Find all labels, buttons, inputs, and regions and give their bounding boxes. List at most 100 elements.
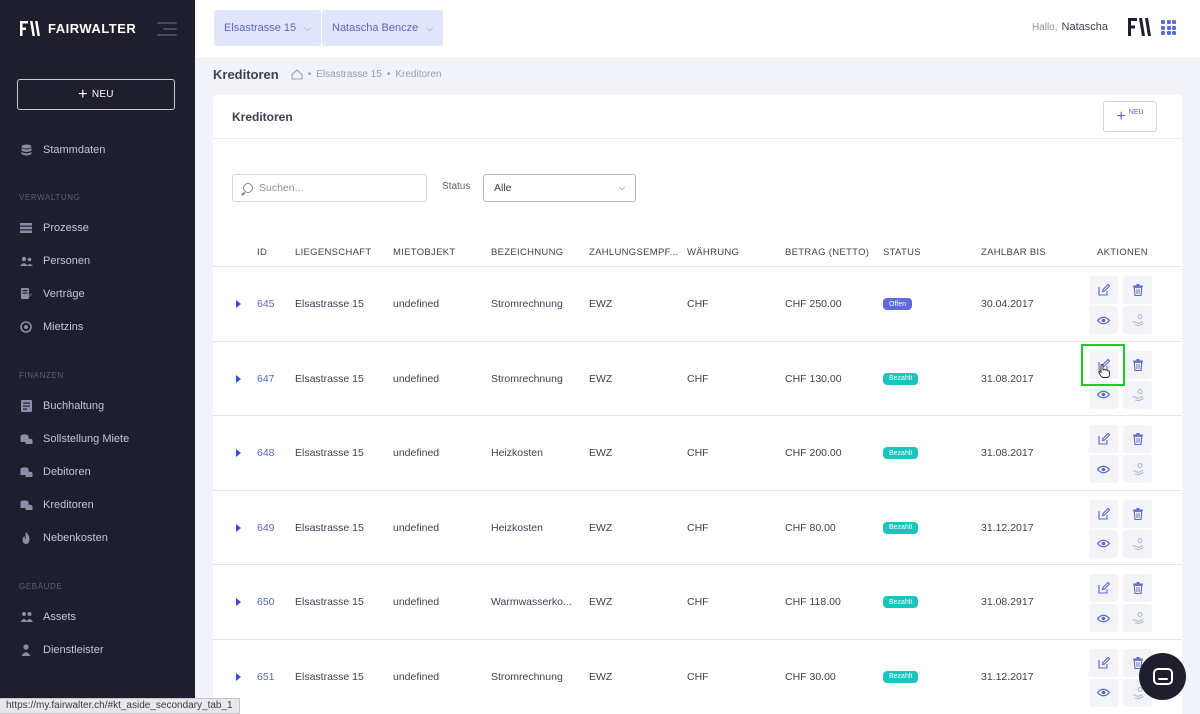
delete-button[interactable] <box>1123 276 1152 304</box>
cell-zahlungsempfaenger: EWZ <box>589 521 613 534</box>
status-filter-select[interactable]: Alle ⌵ <box>483 174 636 202</box>
sidebar-item-mietzins[interactable]: Mietzins <box>19 321 83 333</box>
table-row[interactable]: 648 Elsastrasse 15 undefined Heizkosten EWZ C… <box>213 415 1182 490</box>
view-button[interactable] <box>1089 529 1118 558</box>
sidebar-item-sollstellung-miete[interactable]: Sollstellung Miete <box>19 433 129 445</box>
cell-id[interactable]: 651 <box>257 671 275 683</box>
expand-row-icon[interactable] <box>236 449 241 457</box>
column-header-liegenschaft[interactable]: LIEGENSCHAFT <box>295 247 371 258</box>
status-badge: Offen <box>883 298 912 310</box>
sidebar-item-debitoren[interactable]: Debitoren <box>19 466 91 478</box>
pay-button[interactable] <box>1123 455 1152 483</box>
table-row[interactable]: 649 Elsastrasse 15 undefined Heizkosten EWZ C… <box>213 489 1182 565</box>
cell-id[interactable]: 648 <box>257 447 275 459</box>
delete-button[interactable] <box>1123 499 1152 528</box>
new-kreditor-button[interactable]: + NEU <box>1103 101 1157 132</box>
plus-icon: + <box>78 85 88 103</box>
delete-button[interactable] <box>1123 425 1152 453</box>
table-row[interactable]: 651 Elsastrasse 15 undefined Stromrechnung E… <box>213 638 1182 714</box>
card-header: Kreditoren <box>213 95 1182 139</box>
table-row[interactable]: 650 Elsastrasse 15 undefined Warmwasserko..… <box>213 564 1182 639</box>
person-select[interactable]: Natascha Bencze ⌵ <box>322 10 444 46</box>
expand-row-icon[interactable] <box>236 300 241 308</box>
edit-button[interactable] <box>1089 499 1118 528</box>
cell-betrag: CHF 200.00 <box>785 447 842 459</box>
edit-button[interactable] <box>1089 276 1118 304</box>
edit-button[interactable] <box>1089 425 1118 453</box>
view-button[interactable] <box>1089 306 1118 334</box>
expand-row-icon[interactable] <box>236 672 241 681</box>
expand-row-icon[interactable] <box>236 598 241 606</box>
sidebar-item-kreditoren[interactable]: Kreditoren <box>19 499 94 511</box>
card-title: Kreditoren <box>232 109 293 124</box>
chevron-down-icon: ⌵ <box>426 22 434 33</box>
chat-icon <box>1152 668 1173 685</box>
cell-liegenschaft: Elsastrasse 15 <box>295 521 364 534</box>
pay-button[interactable] <box>1123 604 1152 632</box>
pay-button[interactable] <box>1123 306 1152 334</box>
edit-button[interactable] <box>1089 574 1118 602</box>
sidebar-item-dienstleister[interactable]: Dienstleister <box>19 644 104 656</box>
column-header-status[interactable]: STATUS <box>883 247 921 258</box>
pay-icon <box>1132 612 1144 624</box>
breadcrumb-item-property[interactable]: Elsastrasse 15 <box>316 69 382 80</box>
table-row[interactable]: 645 Elsastrasse 15 undefined Stromrechnung E… <box>213 266 1182 341</box>
cell-bezeichnung: Stromrechnung <box>491 298 563 310</box>
pay-icon <box>1132 388 1144 401</box>
sidebar-item-stammdaten[interactable]: Stammdaten <box>19 144 105 156</box>
cell-zahlbar-bis: 31.12.2017 <box>981 521 1034 534</box>
sidebar-new-button[interactable]: + NEU <box>17 79 175 110</box>
delete-button[interactable] <box>1123 350 1152 379</box>
cell-zahlungsempfaenger: EWZ <box>589 298 613 310</box>
cell-id[interactable]: 649 <box>257 522 275 534</box>
chat-launcher-button[interactable] <box>1139 653 1186 700</box>
coins-icon <box>19 466 33 478</box>
column-header-id[interactable]: ID <box>257 247 267 258</box>
pay-button[interactable] <box>1123 529 1152 558</box>
property-select[interactable]: Elsastrasse 15 ⌵ <box>214 10 321 46</box>
sidebar-item-vertraege[interactable]: Verträge <box>19 288 85 300</box>
cell-waehrung: CHF <box>687 670 709 683</box>
pay-button[interactable] <box>1123 380 1152 409</box>
search-input[interactable] <box>259 182 419 194</box>
sidebar-item-prozesse[interactable]: Prozesse <box>19 222 89 234</box>
column-header-bezeichnung[interactable]: BEZEICHNUNG <box>491 247 563 258</box>
view-button[interactable] <box>1089 678 1118 707</box>
user-avatar-icon[interactable] <box>1128 16 1152 38</box>
sidebar-toggle-icon[interactable] <box>157 21 177 36</box>
column-header-mietobjekt[interactable]: MIETOBJEKT <box>393 247 455 258</box>
sidebar-section-finanzen: FINANZEN <box>19 371 64 380</box>
table-row[interactable]: 647 Elsastrasse 15 undefined Stromrechnung E… <box>213 340 1182 416</box>
table-header: ID LIEGENSCHAFT MIETOBJEKT BEZEICHNUNG Z… <box>213 235 1182 267</box>
column-header-waehrung[interactable]: WÄHRUNG <box>687 247 739 258</box>
sidebar-item-personen[interactable]: Personen <box>19 255 90 267</box>
cell-id[interactable]: 645 <box>257 298 275 310</box>
top-header: Elsastrasse 15 ⌵ Natascha Bencze ⌵ Hallo… <box>195 0 1200 57</box>
column-header-zahlungsempfaenger[interactable]: ZAHLUNGSEMPF... <box>589 247 679 258</box>
expand-row-icon[interactable] <box>236 374 241 383</box>
cell-id[interactable]: 647 <box>257 373 275 385</box>
user-greeting[interactable]: Hallo, Natascha <box>1032 21 1108 33</box>
status-badge: Bezahlt <box>883 372 919 385</box>
view-button[interactable] <box>1089 604 1118 632</box>
brand-logo[interactable]: FAIRWALTER <box>20 20 136 37</box>
edit-button[interactable] <box>1089 648 1118 677</box>
sidebar-item-nebenkosten[interactable]: Nebenkosten <box>19 532 108 544</box>
cell-betrag: CHF 80.00 <box>785 521 836 534</box>
delete-icon <box>1132 433 1143 445</box>
sidebar-item-assets[interactable]: Assets <box>19 611 76 623</box>
view-button[interactable] <box>1089 455 1118 483</box>
cell-id[interactable]: 650 <box>257 596 275 608</box>
column-header-zahlbar-bis[interactable]: ZAHLBAR BIS <box>981 247 1046 258</box>
apps-grid-icon[interactable] <box>1161 20 1176 35</box>
column-header-betrag[interactable]: BETRAG (NETTO) <box>785 247 869 258</box>
delete-button[interactable] <box>1123 574 1152 602</box>
column-header-aktionen: AKTIONEN <box>1097 247 1148 258</box>
expand-row-icon[interactable] <box>236 523 241 532</box>
sidebar-item-buchhaltung[interactable]: Buchhaltung <box>19 400 104 412</box>
breadcrumb-item-kreditoren[interactable]: Kreditoren <box>395 69 441 80</box>
cell-liegenschaft: Elsastrasse 15 <box>295 447 364 459</box>
cell-waehrung: CHF <box>687 447 709 459</box>
kreditoren-card: Kreditoren + NEU Status Alle ⌵ ID LIEGEN… <box>213 95 1182 714</box>
home-icon[interactable] <box>291 69 303 80</box>
